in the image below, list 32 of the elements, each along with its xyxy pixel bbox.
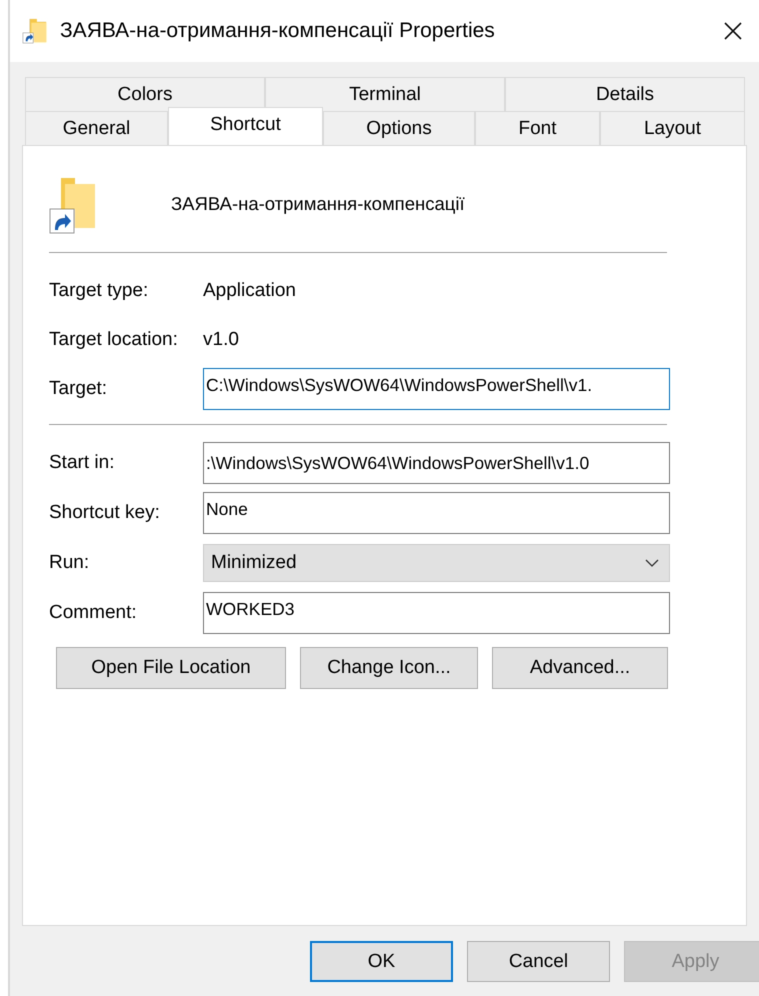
tab[interactable]: Details xyxy=(505,77,745,111)
close-icon[interactable] xyxy=(723,21,743,41)
input-field[interactable]: None xyxy=(203,492,670,534)
chevron-down-icon xyxy=(645,559,659,567)
field-label: Run: xyxy=(49,552,90,574)
property-value: Application xyxy=(203,280,296,302)
dialog-button[interactable]: Cancel xyxy=(467,941,610,982)
action-button[interactable]: Change Icon... xyxy=(300,647,478,689)
shortcut-name: ЗАЯВА-на-отримання-компенсації xyxy=(171,193,465,215)
tab[interactable]: Shortcut xyxy=(168,107,323,145)
action-button[interactable]: Open File Location xyxy=(56,647,286,689)
tab[interactable]: General xyxy=(25,111,168,145)
tab[interactable]: Terminal xyxy=(265,77,505,111)
tab[interactable]: Font xyxy=(475,111,600,145)
action-button[interactable]: Advanced... xyxy=(492,647,668,689)
field-label: Comment: xyxy=(49,602,138,624)
field-label: Target type: xyxy=(49,280,150,302)
dialog-button[interactable]: OK xyxy=(310,941,453,982)
field-label: Target: xyxy=(49,378,108,400)
field-label: Shortcut key: xyxy=(49,502,161,524)
field-label: Target location: xyxy=(49,328,179,350)
tab[interactable]: Layout xyxy=(600,111,745,145)
input-field[interactable]: WORKED3 xyxy=(203,592,670,634)
field-label: Start in: xyxy=(49,452,116,474)
input-field[interactable]: :\Windows\SysWOW64\WindowsPowerShell\v1.0 xyxy=(203,442,670,484)
property-value: v1.0 xyxy=(203,328,239,350)
input-field[interactable]: C:\Windows\SysWOW64\WindowsPowerShell\v1. xyxy=(203,368,670,410)
tab[interactable]: Options xyxy=(323,111,475,145)
window-title: ЗАЯВА-на-отримання-компенсації Properties xyxy=(60,19,496,43)
tab[interactable]: Colors xyxy=(25,77,265,111)
shortcut-folder-icon xyxy=(22,16,48,46)
run-dropdown[interactable]: Minimized xyxy=(203,544,670,582)
